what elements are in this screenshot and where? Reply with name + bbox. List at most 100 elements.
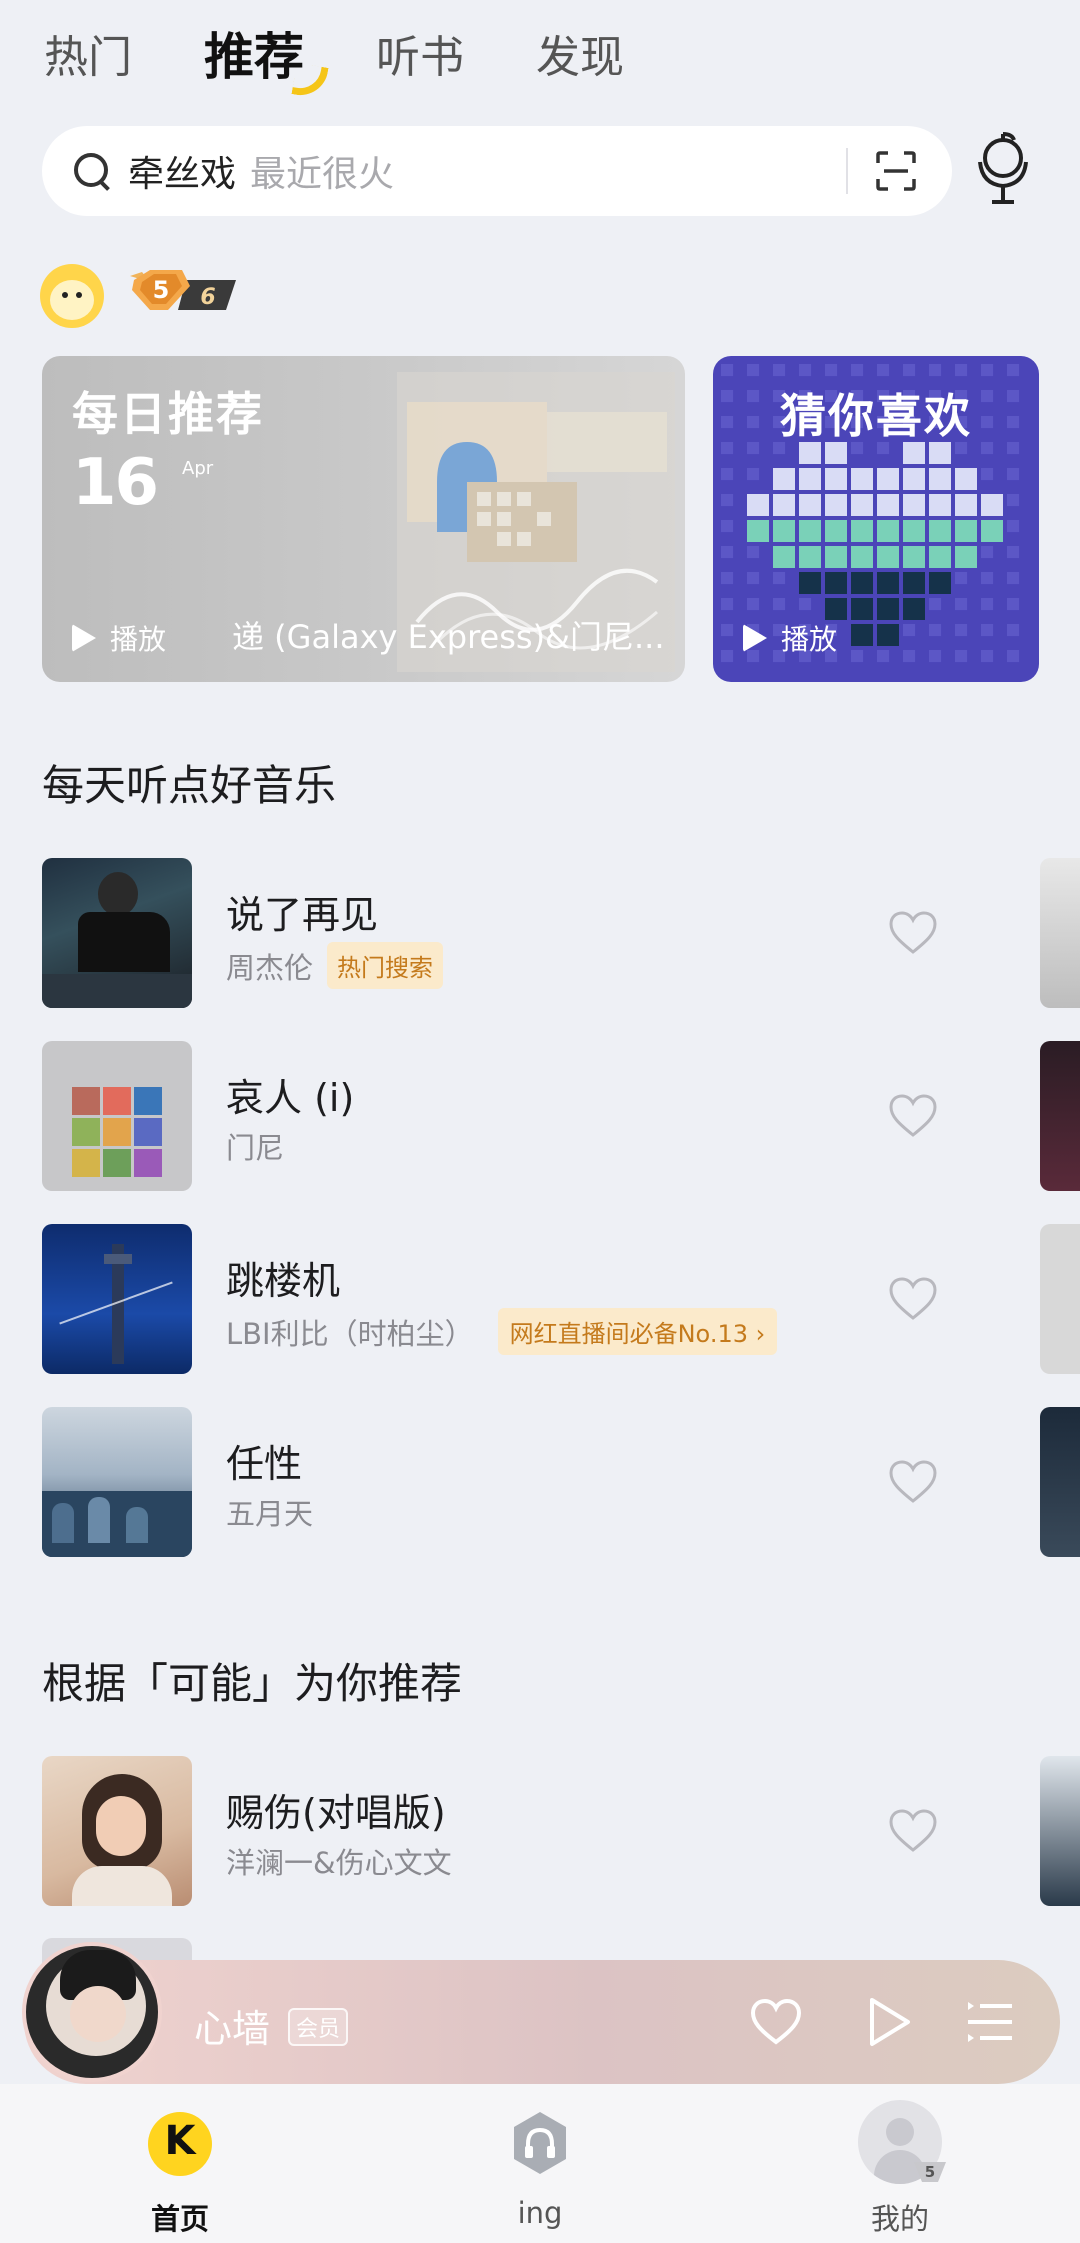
pattern-pixel: [877, 364, 890, 377]
pattern-pixel: [825, 494, 847, 516]
pattern-pixel: [903, 572, 925, 594]
play-icon: [743, 624, 767, 652]
pattern-pixel: [955, 468, 977, 490]
pattern-pixel: [825, 520, 847, 542]
pattern-pixel: [799, 572, 821, 594]
song-artist-line: 门尼: [226, 1125, 284, 1167]
favorite-heart-icon[interactable]: [888, 910, 938, 956]
pattern-pixel: [773, 364, 786, 377]
song-artist-line: 洋澜一&伤心文文: [226, 1840, 452, 1882]
search-hint-sub: 最近很火: [250, 154, 395, 195]
pattern-pixel: [929, 572, 951, 594]
daily-play-button[interactable]: 播放: [72, 618, 166, 658]
nav-level-number: 5: [925, 2163, 935, 2181]
pattern-pixel: [747, 598, 760, 611]
song-row[interactable]: 说了再见 周杰伦 热门搜索: [42, 858, 1042, 1008]
song-row[interactable]: 赐伤(对唱版) 洋澜一&伤心文文: [42, 1756, 1042, 1906]
daily-now-text: 递 (Galaxy Express)&门尼...: [232, 618, 665, 656]
song-cover: [42, 858, 192, 1008]
mascot-avatar-icon[interactable]: [40, 264, 104, 328]
pattern-pixel: [773, 468, 795, 490]
active-tab-indicator: [291, 62, 329, 100]
section-maybe-title: 根据「可能」为你推荐: [42, 1659, 463, 1708]
song-artist: 洋澜一&伤心文文: [226, 1846, 452, 1880]
tab-recommend[interactable]: 推荐: [204, 17, 329, 100]
song-row[interactable]: 跳楼机 LBI利比（时柏尘） 网红直播间必备No.13 ›: [42, 1224, 1042, 1374]
player-play-icon[interactable]: [866, 1996, 912, 2048]
pattern-pixel: [903, 364, 916, 377]
pattern-pixel: [851, 520, 873, 542]
next-page-cover-peek: [1040, 1756, 1080, 1906]
song-cover: [42, 1407, 192, 1557]
pattern-pixel: [903, 546, 925, 568]
vip-level-badge[interactable]: 5 6: [128, 266, 240, 314]
now-playing-cover[interactable]: [22, 1942, 162, 2082]
guess-you-like-card[interactable]: 猜你喜欢 播放: [713, 356, 1039, 682]
pattern-pixel: [929, 494, 951, 516]
search-bar[interactable]: 牵丝戏 最近很火: [42, 126, 952, 216]
tab-discover[interactable]: 发现: [536, 21, 624, 85]
pattern-pixel: [929, 364, 942, 377]
guess-play-button[interactable]: 播放: [743, 618, 837, 658]
daily-card-title: 每日推荐: [72, 387, 264, 441]
tab-audiobook[interactable]: 听书: [376, 21, 464, 85]
pattern-pixel: [799, 546, 821, 568]
song-tag[interactable]: 网红直播间必备No.13 ›: [497, 1308, 778, 1355]
pattern-pixel: [903, 598, 925, 620]
song-artist: LBI利比（时柏尘）: [226, 1316, 474, 1351]
player-heart-icon[interactable]: [750, 1998, 802, 2046]
next-page-cover-peek: [1040, 1224, 1080, 1374]
pattern-pixel: [903, 624, 916, 637]
level-number: 5: [153, 276, 170, 304]
pattern-pixel: [1007, 598, 1020, 611]
song-row[interactable]: 任性 五月天: [42, 1407, 1042, 1557]
pattern-pixel: [929, 598, 942, 611]
pattern-pixel: [981, 546, 994, 559]
song-tag[interactable]: 热门搜索: [327, 942, 444, 989]
pattern-pixel: [747, 468, 760, 481]
playlist-icon[interactable]: [966, 2000, 1014, 2044]
pattern-pixel: [955, 546, 977, 568]
favorite-heart-icon[interactable]: [888, 1808, 938, 1854]
song-title: 赐伤(对唱版): [226, 1791, 446, 1835]
pattern-pixel: [1007, 572, 1020, 585]
pattern-pixel: [747, 572, 760, 585]
tab-hot[interactable]: 热门: [44, 21, 132, 85]
pattern-pixel: [799, 520, 821, 542]
pattern-pixel: [877, 650, 890, 663]
song-title: 说了再见: [226, 893, 379, 937]
pattern-pixel: [955, 572, 968, 585]
pattern-pixel: [955, 520, 977, 542]
pattern-pixel: [955, 598, 968, 611]
pattern-pixel: [1007, 364, 1020, 377]
song-row[interactable]: 哀人 (i) 门尼: [42, 1041, 1042, 1191]
pattern-pixel: [981, 624, 994, 637]
pattern-pixel: [721, 546, 734, 559]
favorite-heart-icon[interactable]: [888, 1276, 938, 1322]
voice-search-icon[interactable]: [976, 132, 1030, 208]
pattern-pixel: [1007, 468, 1020, 481]
song-title: 任性: [226, 1442, 303, 1486]
next-page-cover-peek: [1040, 858, 1080, 1008]
pattern-pixel: [851, 546, 873, 568]
pattern-pixel: [799, 598, 812, 611]
song-cover: [42, 1756, 192, 1906]
favorite-heart-icon[interactable]: [888, 1459, 938, 1505]
pattern-pixel: [851, 468, 873, 490]
favorite-heart-icon[interactable]: [888, 1093, 938, 1139]
headphones-icon: [514, 2112, 566, 2174]
pattern-pixel: [929, 650, 942, 663]
pattern-pixel: [851, 494, 873, 516]
pattern-pixel: [747, 494, 769, 516]
scan-icon[interactable]: [876, 151, 916, 191]
pattern-pixel: [877, 546, 899, 568]
pattern-pixel: [903, 494, 925, 516]
search-hint-main: 牵丝戏: [128, 154, 237, 195]
daily-recommend-card[interactable]: 每日推荐 16 Apr 播放 递 (Galaxy Express)&门尼...: [42, 356, 685, 682]
play-icon: [72, 624, 96, 652]
pattern-pixel: [981, 364, 994, 377]
song-cover: [42, 1224, 192, 1374]
pattern-pixel: [1007, 494, 1020, 507]
pattern-pixel: [877, 468, 899, 490]
mini-player[interactable]: 心墙 会员: [22, 1942, 1060, 2084]
